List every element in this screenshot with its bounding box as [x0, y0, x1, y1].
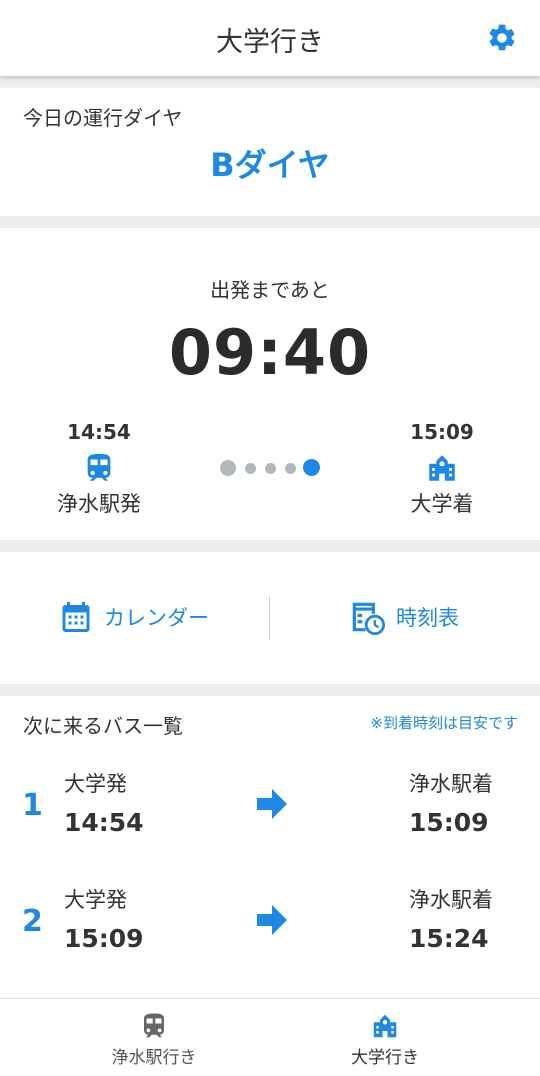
- bus-departure-place: 大学発: [64, 772, 127, 796]
- progress-dots: [220, 459, 324, 477]
- train-icon: [87, 453, 111, 481]
- bus-arrival: 浄水駅着 15:09: [409, 768, 493, 837]
- diagram-label: 今日の運行ダイヤ: [23, 106, 183, 130]
- page-title: 大学行き: [216, 27, 324, 58]
- tab-to-station[interactable]: 浄水駅行き: [54, 1009, 254, 1068]
- timetable-button[interactable]: 時刻表: [348, 596, 459, 638]
- arrow-right-icon: [257, 905, 287, 935]
- list-item: 2 大学発 15:09 浄水駅着 15:24: [0, 884, 540, 974]
- departure-stop: 14:54 浄水駅発: [29, 420, 169, 518]
- bus-index: 1: [22, 788, 43, 823]
- list-item: 1 大学発 14:54 浄水駅着 15:09: [0, 768, 540, 858]
- bottom-tab-bar: 浄水駅行き 大学行き: [0, 998, 540, 1076]
- timetable-label: 時刻表: [396, 606, 459, 630]
- app-header: 大学行き: [0, 0, 540, 76]
- progress-dot-active: [303, 459, 320, 476]
- progress-dot: [265, 463, 276, 474]
- calendar-label: カレンダー: [104, 606, 209, 630]
- bus-list-title: 次に来るバス一覧: [23, 714, 183, 738]
- university-icon: [429, 455, 455, 481]
- bus-departure: 大学発 14:54: [64, 768, 144, 837]
- actions-card: カレンダー 時刻表: [0, 552, 540, 684]
- bus-departure-place: 大学発: [64, 888, 127, 912]
- bus-arrival: 浄水駅着 15:24: [409, 884, 493, 953]
- countdown-time: 09:40: [168, 316, 372, 389]
- progress-dot: [220, 460, 236, 476]
- gear-icon[interactable]: [486, 22, 518, 54]
- bus-arrival-place: 浄水駅着: [409, 888, 493, 912]
- arrival-time: 15:09: [410, 420, 474, 444]
- timetable-icon: [352, 602, 386, 636]
- tab-label: 大学行き: [351, 1048, 419, 1068]
- progress-dot: [285, 463, 296, 474]
- university-icon: [373, 1014, 397, 1038]
- arrow-right-icon: [257, 789, 287, 819]
- calendar-icon: [62, 602, 90, 632]
- bus-list-note: ※到着時刻は目安です: [370, 714, 518, 732]
- bus-index: 2: [22, 904, 43, 939]
- progress-dot: [245, 463, 256, 474]
- tab-to-university[interactable]: 大学行き: [285, 1009, 485, 1068]
- bus-arrival-time: 15:24: [409, 924, 489, 953]
- arrival-stop: 15:09 大学着: [372, 420, 512, 518]
- tab-label: 浄水駅行き: [111, 1048, 197, 1068]
- bus-list-card: 次に来るバス一覧 ※到着時刻は目安です 1 大学発 14:54 浄水駅着 15:…: [0, 696, 540, 998]
- countdown-card: 出発まであと 09:40 14:54 浄水駅発 15:09 大学着: [0, 228, 540, 540]
- bus-arrival-place: 浄水駅着: [409, 772, 493, 796]
- bus-departure-time: 14:54: [64, 808, 144, 837]
- divider: [269, 596, 270, 640]
- countdown-label: 出発まであと: [210, 278, 330, 302]
- diagram-value: Bダイヤ: [210, 146, 330, 184]
- bus-arrival-time: 15:09: [409, 808, 489, 837]
- departure-time: 14:54: [67, 420, 131, 444]
- train-icon: [144, 1013, 164, 1038]
- diagram-card: 今日の運行ダイヤ Bダイヤ: [0, 88, 540, 216]
- departure-name: 浄水駅発: [57, 492, 141, 516]
- arrival-name: 大学着: [410, 492, 474, 516]
- calendar-button[interactable]: カレンダー: [58, 596, 209, 638]
- bus-departure-time: 15:09: [64, 924, 144, 953]
- bus-departure: 大学発 15:09: [64, 884, 144, 953]
